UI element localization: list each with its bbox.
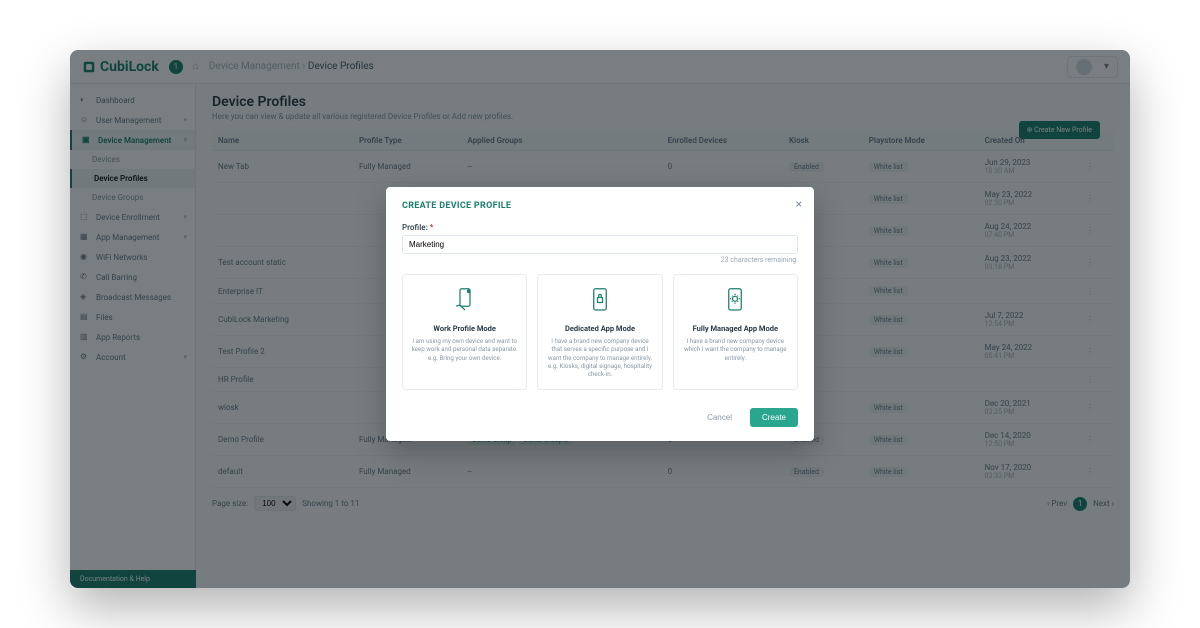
phone-lock-icon: [585, 285, 615, 315]
profile-name-input[interactable]: [402, 235, 798, 254]
card-desc: I have a brand new company device which …: [682, 337, 789, 362]
required-mark: *: [430, 223, 434, 232]
modal-actions: Cancel Create: [402, 408, 798, 427]
cancel-button[interactable]: Cancel: [699, 408, 740, 427]
field-label-text: Profile:: [402, 223, 428, 232]
modal-title: CREATE DEVICE PROFILE: [402, 201, 798, 211]
mode-card-fully-managed[interactable]: Fully Managed App Mode I have a brand ne…: [673, 274, 798, 390]
card-title: Fully Managed App Mode: [682, 324, 789, 333]
phone-hand-icon: [450, 285, 480, 315]
phone-gear-icon: [720, 285, 750, 315]
app-window: CubiLock 1 ⌂ Device Management › Device …: [70, 50, 1130, 588]
card-desc: I have a brand new company device that s…: [546, 337, 653, 379]
mode-cards: Work Profile Mode I am using my own devi…: [402, 274, 798, 390]
profile-name-label: Profile: *: [402, 223, 798, 232]
mode-card-work-profile[interactable]: Work Profile Mode I am using my own devi…: [402, 274, 527, 390]
mode-card-dedicated-app[interactable]: Dedicated App Mode I have a brand new co…: [537, 274, 662, 390]
char-remaining-hint: 23 characters remaining.: [402, 256, 798, 264]
card-desc: I am using my own device and want to kee…: [411, 337, 518, 362]
card-title: Dedicated App Mode: [546, 324, 653, 333]
create-profile-modal: CREATE DEVICE PROFILE × Profile: * 23 ch…: [386, 187, 814, 441]
create-button[interactable]: Create: [750, 408, 798, 427]
card-title: Work Profile Mode: [411, 324, 518, 333]
close-icon[interactable]: ×: [796, 197, 802, 211]
